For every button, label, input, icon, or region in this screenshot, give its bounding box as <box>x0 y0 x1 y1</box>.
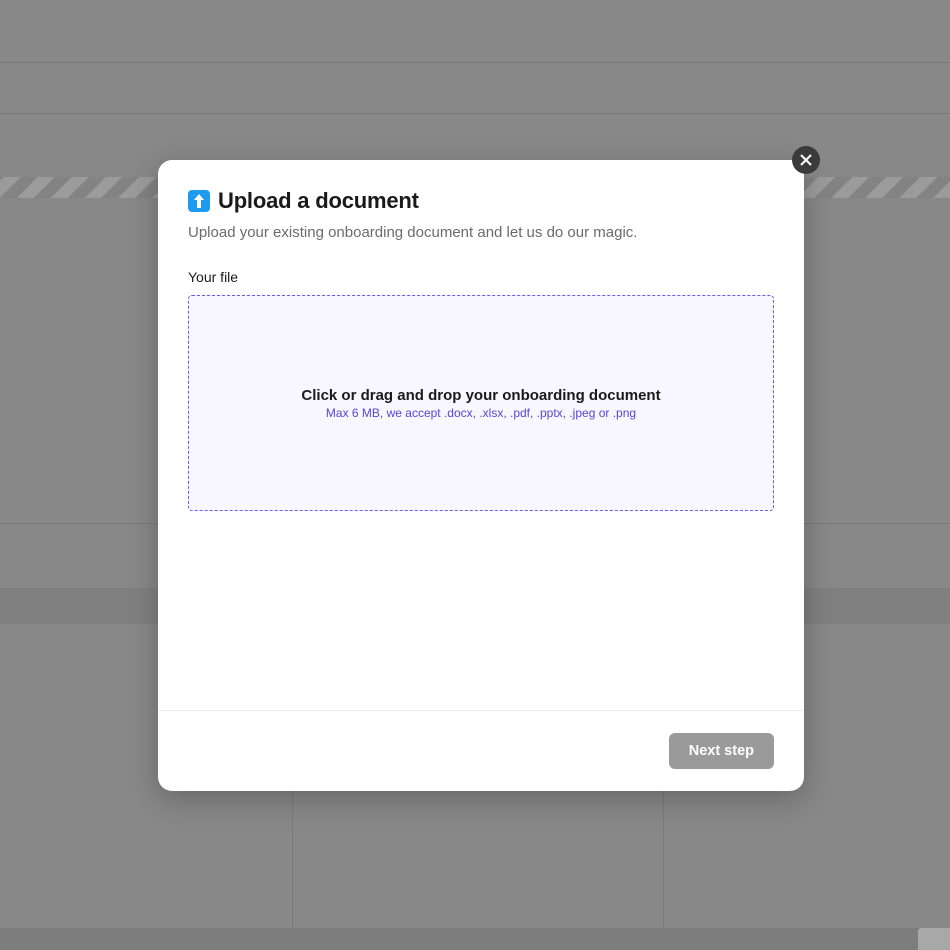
upload-arrow-icon <box>188 190 210 212</box>
file-field-label: Your file <box>188 269 774 285</box>
modal-title-row: Upload a document <box>188 188 774 214</box>
close-icon <box>800 154 812 166</box>
upload-document-modal: Upload a document Upload your existing o… <box>158 160 804 791</box>
modal-footer: Next step <box>158 710 804 791</box>
modal-title: Upload a document <box>218 188 419 214</box>
file-dropzone[interactable]: Click or drag and drop your onboarding d… <box>188 295 774 511</box>
dropzone-hint: Max 6 MB, we accept .docx, .xlsx, .pdf, … <box>326 406 636 420</box>
close-button[interactable] <box>792 146 820 174</box>
dropzone-instruction: Click or drag and drop your onboarding d… <box>301 387 660 404</box>
modal-subtitle: Upload your existing onboarding document… <box>188 222 774 243</box>
modal-body: Upload a document Upload your existing o… <box>158 160 804 710</box>
next-step-button[interactable]: Next step <box>669 733 774 769</box>
